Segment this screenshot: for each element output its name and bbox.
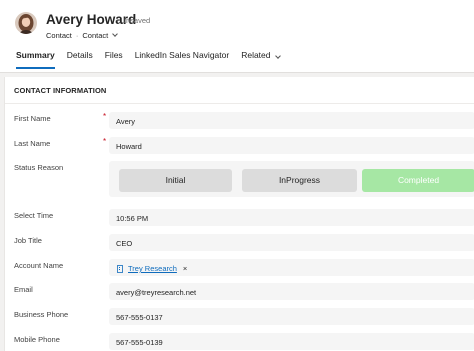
account-entity-icon (117, 264, 123, 273)
tab-linkedin-sales-navigator[interactable]: LinkedIn Sales Navigator (135, 50, 230, 70)
mobile-phone-field[interactable]: 567-555-0139 (109, 333, 474, 350)
section-divider (5, 103, 474, 104)
first-name-label: First Name (14, 114, 51, 123)
last-name-required-mark: * (103, 137, 107, 146)
tab-details[interactable]: Details (67, 50, 93, 70)
tab-files[interactable]: Files (105, 50, 123, 70)
last-name-field[interactable]: Howard (109, 137, 474, 154)
subtitle-separator: · (75, 31, 79, 40)
tab-related-label: Related (241, 50, 271, 60)
account-lookup-link[interactable]: Trey Research (128, 264, 177, 273)
avatar-photo (15, 12, 37, 34)
status-reason-label: Status Reason (14, 163, 64, 172)
status-option-completed[interactable]: Completed (362, 169, 474, 192)
avatar[interactable] (15, 12, 37, 34)
select-time-field[interactable]: 10:56 PM (109, 209, 474, 226)
email-field[interactable]: avery@treyresearch.net (109, 283, 474, 300)
section-title: CONTACT INFORMATION (14, 86, 107, 95)
first-name-field[interactable]: Avery (109, 112, 474, 129)
account-lookup-tag: Trey Research × (116, 264, 187, 273)
account-name-field[interactable]: Trey Research × (109, 259, 474, 276)
status-reason-control: Initial InProgress Completed (109, 161, 474, 197)
chevron-down-icon (274, 53, 281, 59)
account-name-label: Account Name (14, 261, 64, 270)
job-title-label: Job Title (14, 236, 42, 245)
email-label: Email (14, 285, 33, 294)
first-name-required-mark: * (103, 112, 107, 121)
tab-list: Summary Details Files LinkedIn Sales Nav… (16, 50, 281, 70)
record-header: Avery Howard - Unsaved Contact · Contact S… (0, 0, 474, 73)
business-phone-field[interactable]: 567-555-0137 (109, 308, 474, 325)
chevron-down-icon (112, 31, 119, 37)
unsaved-status: - Unsaved (116, 16, 151, 25)
mobile-phone-label: Mobile Phone (14, 335, 60, 344)
entity-name: Contact (46, 31, 72, 40)
last-name-label: Last Name (14, 139, 51, 148)
remove-account-icon[interactable]: × (183, 264, 187, 273)
job-title-field[interactable]: CEO (109, 234, 474, 251)
status-option-initial[interactable]: Initial (119, 169, 232, 192)
form-name: Contact (82, 31, 109, 40)
select-time-label: Select Time (14, 211, 54, 220)
form-selector[interactable]: Contact (82, 31, 119, 40)
tab-related[interactable]: Related (241, 50, 281, 70)
status-option-inprogress[interactable]: InProgress (242, 169, 357, 192)
business-phone-label: Business Phone (14, 310, 69, 319)
record-subtitle: Contact · Contact (46, 31, 119, 40)
tab-summary[interactable]: Summary (16, 50, 55, 70)
contact-information-section: CONTACT INFORMATION First Name * Avery L… (4, 77, 474, 351)
